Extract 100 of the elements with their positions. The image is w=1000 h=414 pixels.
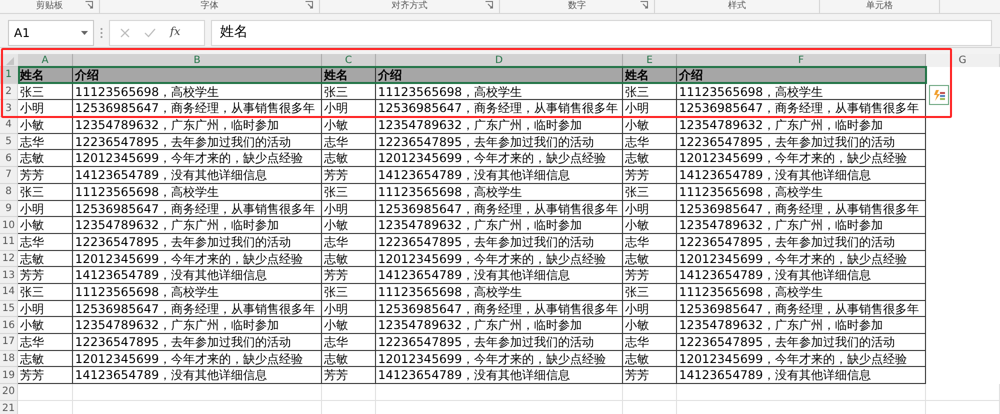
row-header[interactable]: 9 <box>0 200 18 218</box>
table-cell: 12236547895，去年参加过我们的活动 <box>376 134 623 150</box>
row-header[interactable]: 18 <box>0 350 18 368</box>
column-header[interactable]: G <box>926 54 1000 67</box>
table-cell: 12236547895，去年参加过我们的活动 <box>677 334 926 351</box>
empty-cell <box>322 384 376 401</box>
column-header[interactable]: A <box>18 54 73 67</box>
table-cell: 12536985647，商务经理，从事销售很多年 <box>73 300 322 318</box>
table-cell: 12536985647，商务经理，从事销售很多年 <box>677 100 926 118</box>
table-cell: 芳芳 <box>623 267 677 284</box>
table-cell: 张三 <box>18 284 73 301</box>
table-cell: 志敏 <box>18 350 73 368</box>
table-cell: 12012345699，今年才来的，缺少点经验 <box>677 250 926 268</box>
table-cell: 芳芳 <box>18 367 73 384</box>
table-cell: 小明 <box>623 300 677 318</box>
table-cell: 小明 <box>322 100 376 118</box>
table-cell: 12354789632，广东广州，临时参加 <box>677 317 926 334</box>
table-cell: 志敏 <box>322 250 376 268</box>
table-cell: 12354789632，广东广州，临时参加 <box>677 217 926 234</box>
table-cell: 小敏 <box>322 217 376 234</box>
table-cell: 芳芳 <box>322 367 376 384</box>
ribbon-group-label: 单元格 <box>866 0 893 13</box>
table-cell: 小明 <box>322 200 376 218</box>
table-cell: 志华 <box>623 134 677 150</box>
row-header[interactable]: 13 <box>0 267 18 284</box>
table-cell: 11123565698，高校学生 <box>677 184 926 200</box>
table-cell: 12012345699，今年才来的，缺少点经验 <box>376 350 623 368</box>
row-header[interactable]: 16 <box>0 317 18 334</box>
row-header[interactable]: 5 <box>0 134 18 150</box>
table-cell: 芳芳 <box>18 167 73 184</box>
dialog-launcher-icon[interactable] <box>640 1 648 9</box>
ribbon-group-label: 数字 <box>568 0 586 13</box>
table-cell: 志敏 <box>322 350 376 368</box>
row-header[interactable]: 6 <box>0 150 18 168</box>
table-cell: 12012345699，今年才来的，缺少点经验 <box>376 250 623 268</box>
row-header[interactable]: 15 <box>0 300 18 318</box>
table-cell: 小明 <box>18 100 73 118</box>
row-header[interactable]: 14 <box>0 284 18 301</box>
row-header[interactable]: 17 <box>0 334 18 351</box>
row-header[interactable]: 19 <box>0 367 18 384</box>
ribbon-group-label: 剪贴板 <box>36 0 63 13</box>
row-header[interactable]: 10 <box>0 217 18 234</box>
table-cell: 12012345699，今年才来的，缺少点经验 <box>73 250 322 268</box>
table-cell: 芳芳 <box>623 367 677 384</box>
table-cell: 11123565698，高校学生 <box>677 84 926 100</box>
row-header[interactable]: 4 <box>0 117 18 134</box>
dialog-launcher-icon[interactable] <box>485 1 493 9</box>
table-cell: 12354789632，广东广州，临时参加 <box>376 317 623 334</box>
table-cell: 12236547895，去年参加过我们的活动 <box>677 134 926 150</box>
table-cell: 张三 <box>623 184 677 200</box>
row-header[interactable]: 11 <box>0 234 18 251</box>
table-cell: 志敏 <box>623 250 677 268</box>
table-cell: 志敏 <box>623 150 677 168</box>
table-cell: 14123654789，没有其他详细信息 <box>677 267 926 284</box>
column-header[interactable]: F <box>677 54 926 67</box>
table-cell: 张三 <box>623 84 677 100</box>
table-cell: 小敏 <box>18 317 73 334</box>
row-header[interactable]: 21 <box>0 400 18 414</box>
column-header[interactable]: B <box>73 54 322 67</box>
table-cell: 张三 <box>623 284 677 301</box>
table-cell: 张三 <box>322 284 376 301</box>
grip-icon <box>100 26 103 38</box>
table-cell: 11123565698，高校学生 <box>376 284 623 301</box>
table-cell: 志敏 <box>18 150 73 168</box>
table-cell: 12536985647，商务经理，从事销售很多年 <box>376 300 623 318</box>
table-cell: 小敏 <box>322 317 376 334</box>
name-box[interactable]: A1 <box>8 20 94 46</box>
check-icon[interactable] <box>144 28 156 38</box>
table-cell: 12354789632，广东广州，临时参加 <box>73 317 322 334</box>
column-header[interactable]: D <box>376 54 623 67</box>
table-cell: 11123565698，高校学生 <box>73 84 322 100</box>
table-cell: 张三 <box>322 84 376 100</box>
row-header[interactable]: 20 <box>0 384 18 401</box>
table-cell: 小明 <box>623 200 677 218</box>
table-cell: 小敏 <box>623 117 677 134</box>
table-cell: 11123565698，高校学生 <box>73 184 322 200</box>
insert-function-button[interactable]: fx <box>170 24 180 41</box>
dialog-launcher-icon[interactable] <box>85 1 93 9</box>
row-header[interactable]: 8 <box>0 184 18 200</box>
column-header[interactable]: C <box>322 54 376 67</box>
table-cell: 12236547895，去年参加过我们的活动 <box>376 334 623 351</box>
column-header[interactable]: E <box>623 54 677 67</box>
table-cell: 14123654789，没有其他详细信息 <box>677 367 926 384</box>
table-cell: 14123654789，没有其他详细信息 <box>376 267 623 284</box>
table-cell: 14123654789，没有其他详细信息 <box>73 367 322 384</box>
table-cell: 芳芳 <box>623 167 677 184</box>
quick-analysis-button[interactable] <box>929 85 949 105</box>
dialog-launcher-icon[interactable] <box>305 1 313 9</box>
table-cell: 11123565698，高校学生 <box>677 284 926 301</box>
quick-analysis-icon <box>932 88 946 102</box>
table-cell: 志华 <box>623 234 677 251</box>
table-cell: 11123565698，高校学生 <box>376 84 623 100</box>
row-header[interactable]: 12 <box>0 250 18 268</box>
table-cell: 芳芳 <box>322 167 376 184</box>
table-cell: 12536985647，商务经理，从事销售很多年 <box>376 200 623 218</box>
formula-input[interactable]: 姓名 <box>211 20 992 46</box>
table-cell: 12012345699，今年才来的，缺少点经验 <box>73 350 322 368</box>
table-cell: 小敏 <box>322 117 376 134</box>
row-header[interactable]: 7 <box>0 167 18 184</box>
table-cell: 14123654789，没有其他详细信息 <box>73 267 322 284</box>
